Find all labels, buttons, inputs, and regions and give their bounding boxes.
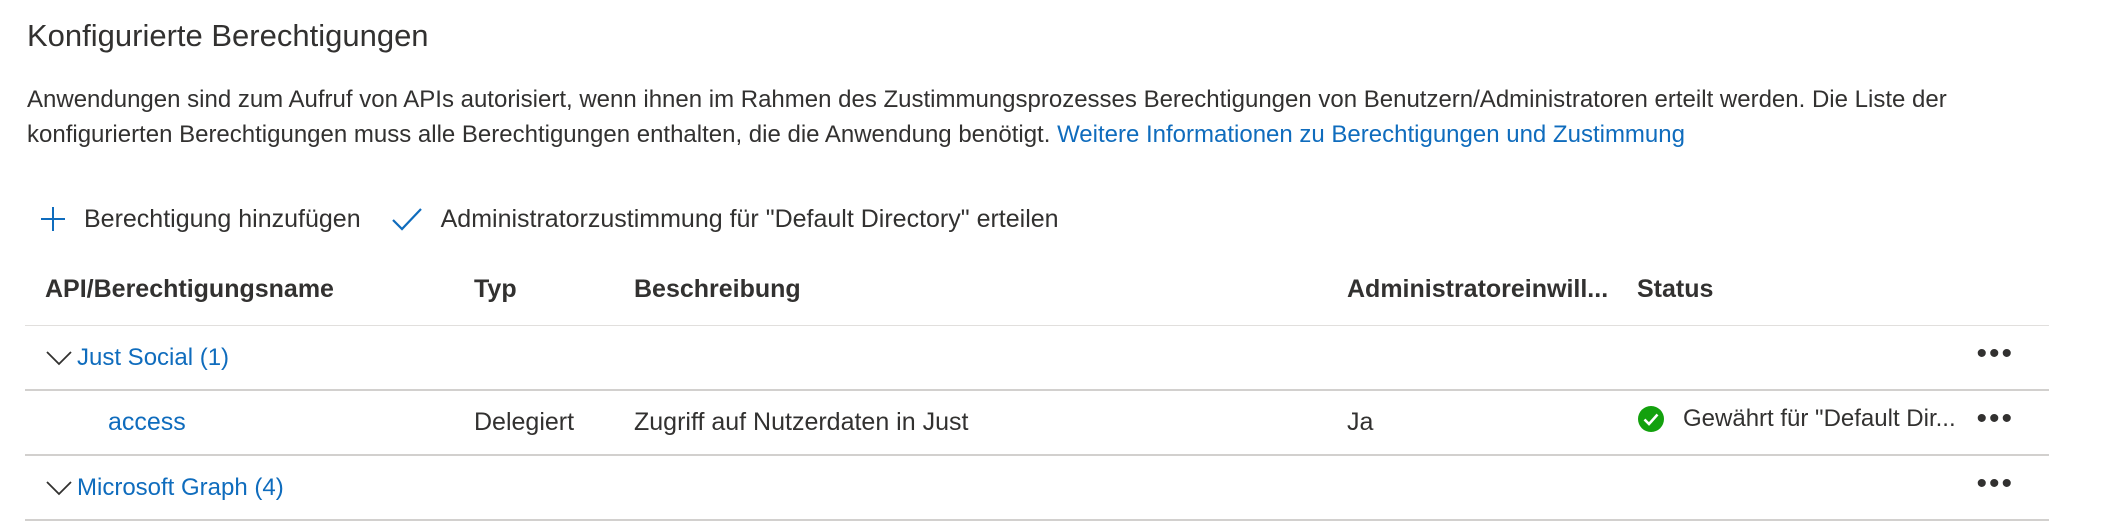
column-header-type[interactable]: Typ (474, 275, 517, 304)
column-header-admin-consent[interactable]: Administratoreinwill... (1347, 275, 1608, 304)
group-label: Just Social (1) (77, 344, 230, 371)
toolbar: Berechtigung hinzufügen Administratorzus… (40, 198, 1059, 240)
description: Anwendungen sind zum Aufruf von APIs aut… (27, 82, 2057, 152)
permission-description: Zugriff auf Nutzerdaten in Just (634, 408, 969, 436)
group-label: Microsoft Graph (4) (77, 474, 284, 501)
status-cell: Gewährt für "Default Dir... (1637, 405, 1956, 433)
success-check-icon (1638, 406, 1664, 432)
add-permission-label: Berechtigung hinzufügen (84, 204, 361, 233)
chevron-down-icon (46, 481, 72, 496)
more-icon[interactable]: ••• (1976, 469, 2014, 499)
group-row-microsoft-graph: Microsoft Graph (4) ••• (25, 456, 2049, 521)
plus-icon (41, 207, 65, 231)
grant-admin-consent-button[interactable]: Administratorzustimmung für "Default Dir… (391, 205, 1059, 234)
table-row: access Delegiert Zugriff auf Nutzerdaten… (25, 391, 2049, 456)
admin-consent-value: Ja (1347, 408, 1374, 436)
column-header-status[interactable]: Status (1637, 275, 1713, 304)
grant-admin-consent-label: Administratorzustimmung für "Default Dir… (440, 204, 1059, 233)
permissions-table: API/Berechtigungsname Typ Beschreibung A… (25, 267, 2049, 521)
chevron-down-icon (46, 351, 72, 366)
learn-more-link[interactable]: Weitere Informationen zu Berechtigungen … (1057, 121, 1685, 148)
table-header: API/Berechtigungsname Typ Beschreibung A… (25, 267, 2049, 326)
more-icon[interactable]: ••• (1976, 404, 2014, 434)
checkmark-icon (391, 208, 422, 231)
more-icon[interactable]: ••• (1976, 339, 2014, 369)
column-header-description[interactable]: Beschreibung (634, 275, 801, 304)
permission-name-link[interactable]: access (108, 408, 186, 437)
group-toggle-just-social[interactable]: Just Social (1) (45, 344, 229, 372)
group-row-just-social: Just Social (1) ••• (25, 326, 2049, 391)
group-toggle-microsoft-graph[interactable]: Microsoft Graph (4) (45, 474, 284, 502)
column-header-name[interactable]: API/Berechtigungsname (45, 275, 334, 304)
permission-type: Delegiert (474, 408, 575, 436)
page-title: Konfigurierte Berechtigungen (27, 18, 429, 53)
status-text: Gewährt für "Default Dir... (1683, 405, 1956, 432)
add-permission-button[interactable]: Berechtigung hinzufügen (40, 205, 361, 234)
